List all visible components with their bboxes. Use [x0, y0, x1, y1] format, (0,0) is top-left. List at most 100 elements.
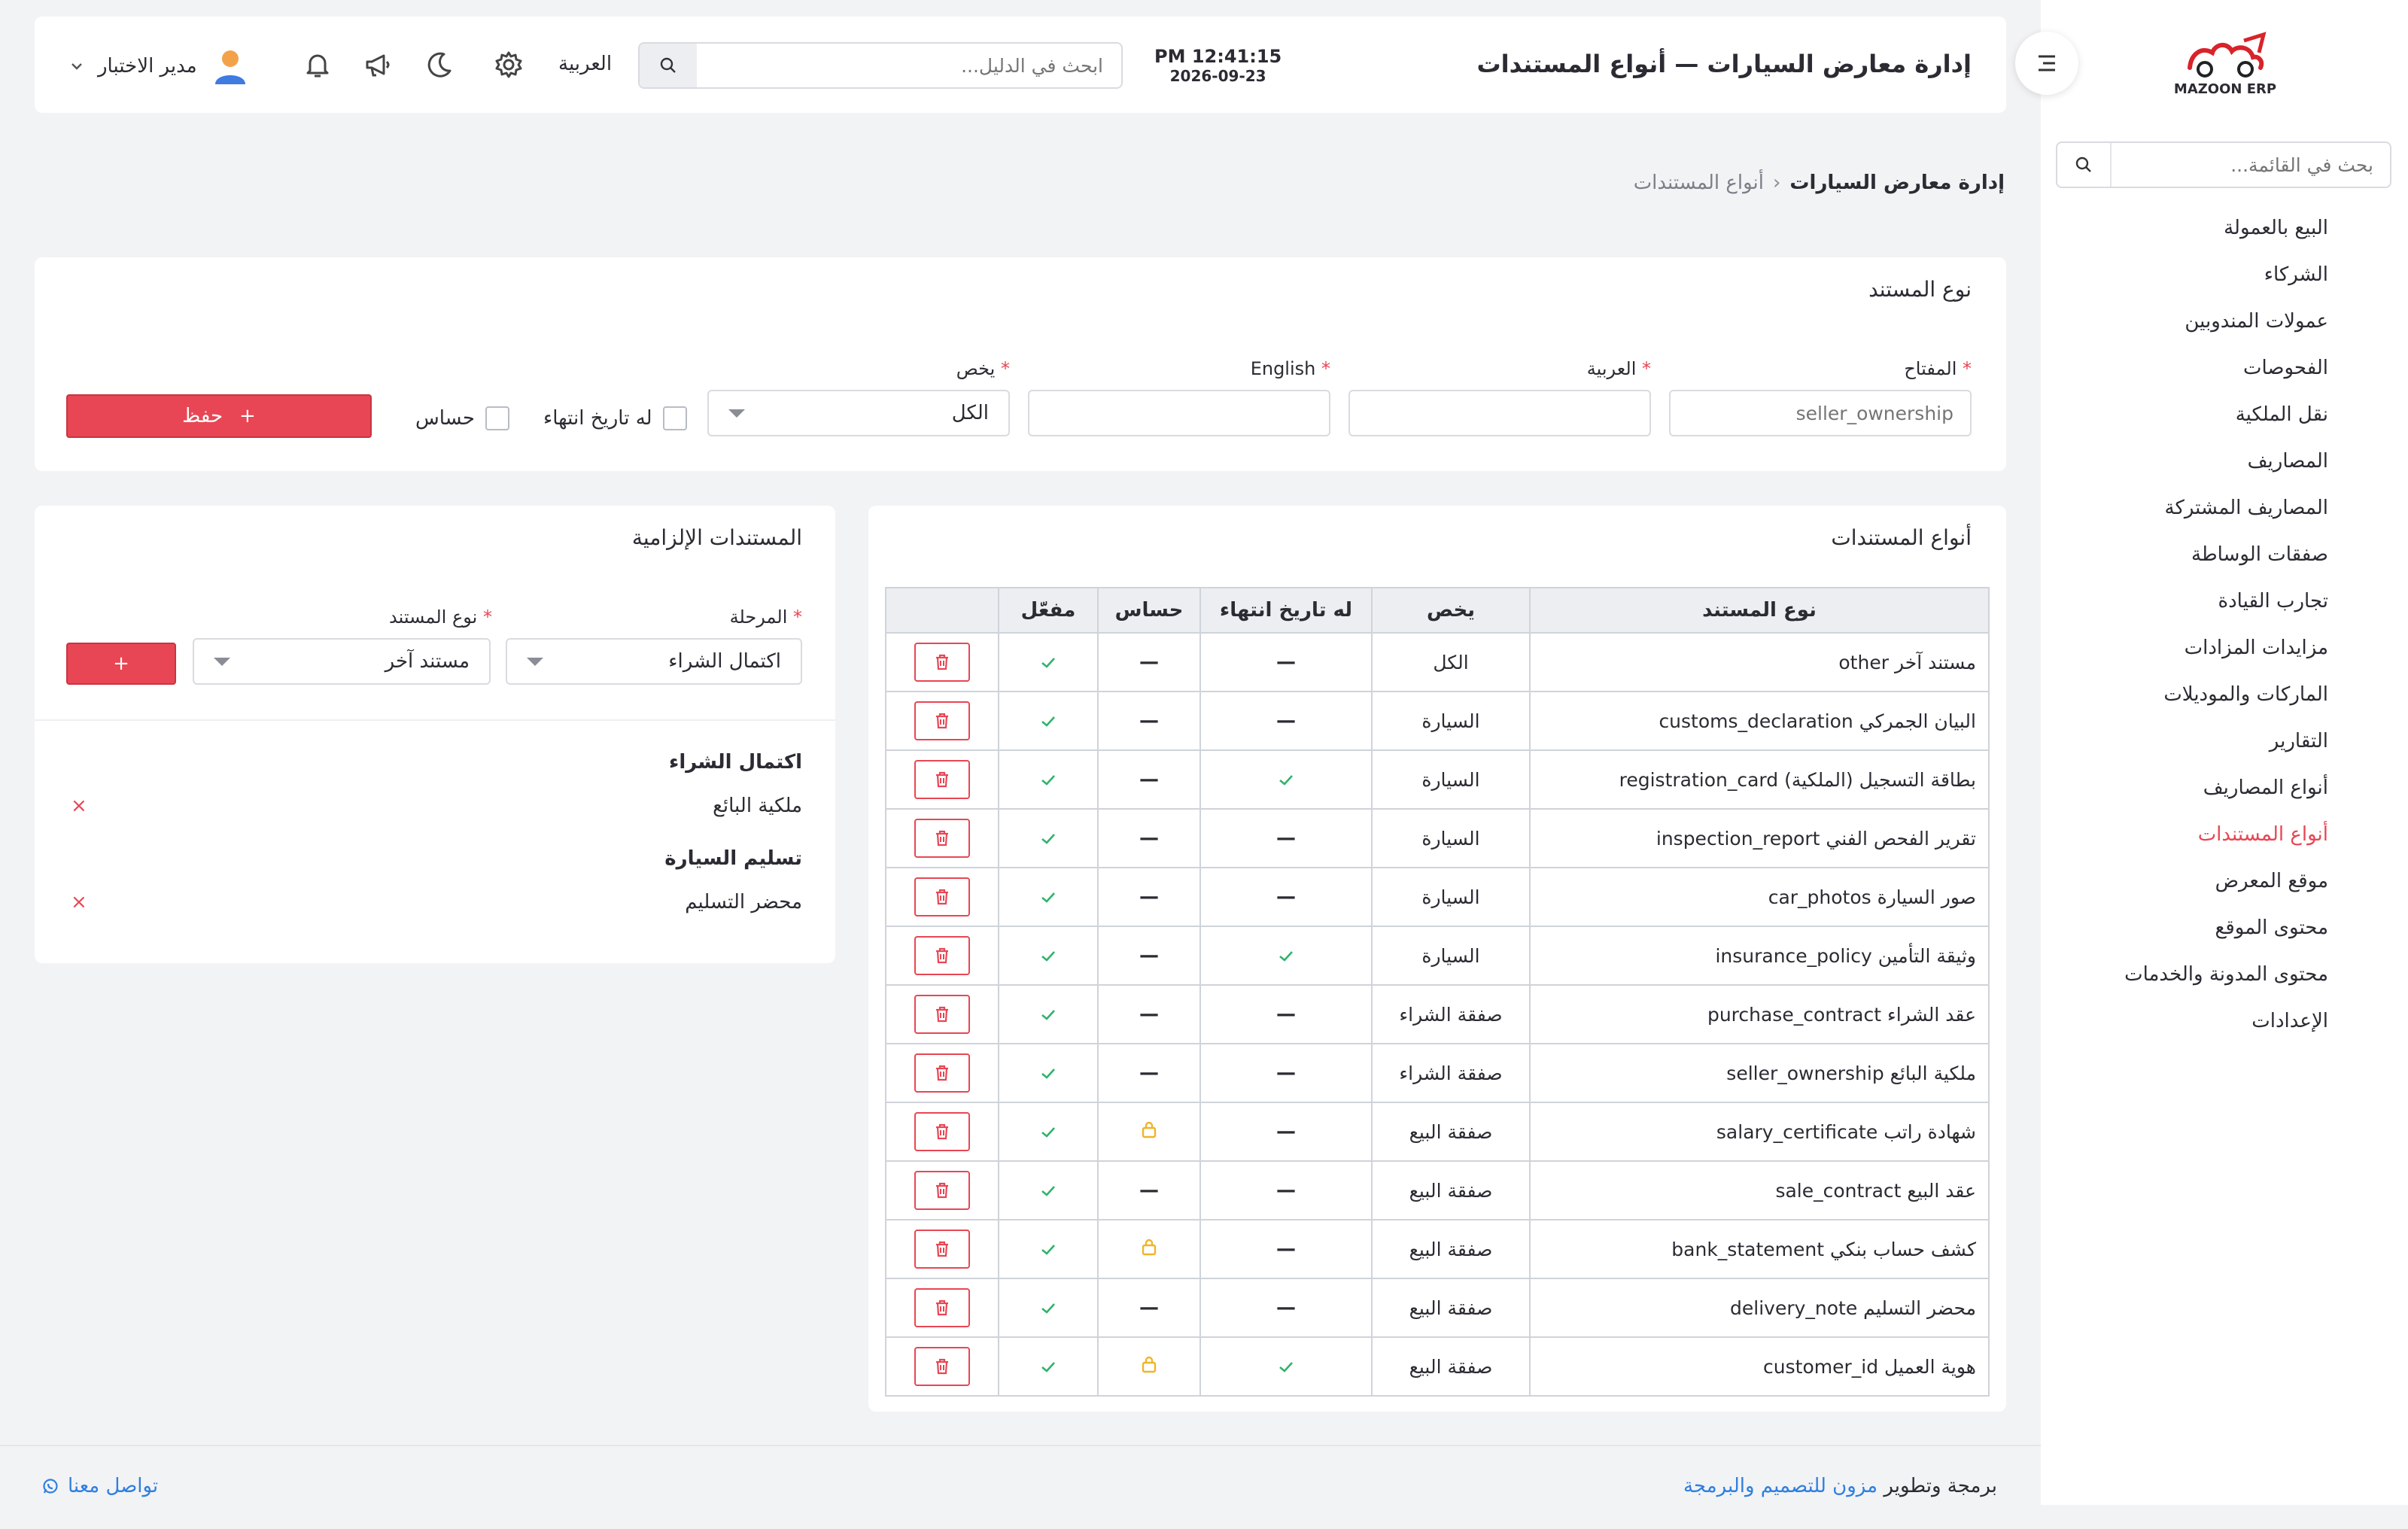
announcement-icon[interactable]	[358, 45, 397, 84]
whatsapp-icon	[43, 1479, 58, 1494]
sidebar-item[interactable]: المصاريف	[2248, 450, 2328, 473]
dash-icon: —	[1139, 1062, 1159, 1084]
remove-icon[interactable]: ×	[71, 795, 87, 817]
actions-cell	[885, 926, 999, 986]
add-required-doc-button[interactable]: +	[66, 643, 176, 685]
delete-button[interactable]	[914, 1230, 970, 1269]
breadcrumb-root[interactable]: إدارة معارض السيارات	[1789, 172, 2005, 194]
actions-cell	[885, 1160, 999, 1220]
doc-type-select[interactable]: مستند آخر	[193, 638, 491, 685]
arabic-name-input[interactable]	[1348, 390, 1651, 436]
checkbox-box[interactable]	[662, 406, 687, 430]
english-label: * English	[1250, 358, 1330, 379]
search-icon[interactable]	[640, 44, 697, 87]
sidebar-item[interactable]: نقل الملكية	[2236, 403, 2328, 426]
dropdown-caret-icon	[728, 409, 745, 418]
sensitive-cell: —	[1097, 984, 1201, 1044]
actions-cell	[885, 749, 999, 810]
contact-link[interactable]: تواصل معنا	[42, 1475, 158, 1497]
notification-bell-icon[interactable]	[298, 45, 337, 84]
scope-select[interactable]: الكل	[707, 390, 1010, 436]
breadcrumb: إدارة معارض السيارات ‹ أنواع المستندات	[1634, 172, 2005, 194]
delete-button[interactable]	[914, 1347, 970, 1386]
sensitive-cell	[1097, 1102, 1201, 1162]
stage-select[interactable]: اكتمال الشراء	[506, 638, 802, 685]
dash-icon: —	[1276, 886, 1296, 908]
sidebar-item[interactable]: صفقات الوساطة	[2191, 543, 2328, 566]
delete-button[interactable]	[914, 819, 970, 858]
sidebar-item[interactable]: محتوى الموقع	[2215, 916, 2328, 939]
english-name-input[interactable]	[1028, 390, 1330, 436]
sensitive-checkbox[interactable]: حساس	[415, 406, 509, 430]
sidebar-item[interactable]: الأقساط	[2261, 190, 2328, 193]
actions-cell	[885, 1219, 999, 1279]
sensitive-cell: —	[1097, 926, 1201, 986]
table-row: وثيقة التأمين insurance_policy السيارة —	[885, 926, 1990, 986]
footer-credit: برمجة وتطوير مزون للتصميم والبرمجة	[1683, 1475, 1997, 1497]
save-button[interactable]: حفظ +	[66, 394, 372, 438]
delete-button[interactable]	[914, 877, 970, 916]
sidebar-item[interactable]: أنواع المستندات	[2198, 823, 2328, 846]
key-input[interactable]	[1669, 390, 1972, 436]
dash-icon: —	[1276, 1003, 1296, 1026]
sidebar-menu: الأقساط البيع بالعمولة الشركاء عمولات المند…	[2050, 190, 2328, 1078]
brand-logo[interactable]: MAZOON ERP	[2169, 30, 2282, 105]
has-expiry-checkbox[interactable]: له تاريخ انتهاء	[543, 406, 687, 430]
checkbox-box[interactable]	[485, 406, 509, 430]
settings-icon[interactable]	[489, 45, 528, 84]
doc-type-name: البيان الجمركي customs_declaration	[1529, 691, 1990, 751]
dark-mode-icon[interactable]	[420, 45, 459, 84]
guide-search[interactable]	[638, 42, 1123, 89]
lock-icon	[1142, 1356, 1157, 1373]
page-title: إدارة معارض السيارات — أنواع المستندات	[1476, 50, 1972, 78]
sidebar-item[interactable]: أنواع المصاريف	[2203, 777, 2328, 799]
sidebar-item[interactable]: المصاريف المشتركة	[2165, 497, 2329, 519]
guide-search-input[interactable]	[697, 44, 1121, 87]
doc-type-scope: صفقة الشراء	[1371, 984, 1531, 1044]
delete-button[interactable]	[914, 1112, 970, 1151]
sidebar-item[interactable]: البيع بالعمولة	[2224, 217, 2328, 239]
required-documents-card: المستندات الإلزامية * المرحلة اكتمال الش…	[35, 506, 835, 963]
sensitive-cell: —	[1097, 632, 1201, 692]
credit-link[interactable]: مزون للتصميم والبرمجة	[1683, 1475, 1877, 1497]
sidebar-item[interactable]: تجارب القيادة	[2218, 590, 2328, 613]
sidebar-item[interactable]: محتوى المدونة والخدمات	[2124, 963, 2328, 986]
sidebar-item[interactable]: الشركاء	[2264, 263, 2328, 286]
doc-type-name: كشف حساب بنكي bank_statement	[1529, 1219, 1990, 1279]
delete-button[interactable]	[914, 1053, 970, 1093]
sidebar-item[interactable]: التقارير	[2270, 730, 2328, 752]
active-cell	[998, 749, 1099, 810]
menu-toggle-button[interactable]	[2015, 32, 2078, 95]
trash-icon	[936, 771, 948, 788]
has-expiry-cell: —	[1199, 1278, 1373, 1338]
language-switch[interactable]: العربية	[558, 53, 612, 75]
search-icon[interactable]	[2057, 143, 2112, 187]
delete-button[interactable]	[914, 760, 970, 799]
has-expiry-cell: —	[1199, 691, 1373, 751]
sidebar-item[interactable]: موقع المعرض	[2215, 870, 2328, 892]
sidebar-item[interactable]: مزايدات المزادات	[2185, 637, 2328, 659]
delete-button[interactable]	[914, 1171, 970, 1210]
active-cell	[998, 632, 1099, 692]
table-row: محضر التسليم delivery_note صفقة البيع — —	[885, 1278, 1990, 1338]
remove-icon[interactable]: ×	[71, 891, 87, 913]
clock-time: PM 12:41:15	[1154, 46, 1282, 67]
delete-button[interactable]	[914, 1288, 970, 1327]
delete-button[interactable]	[914, 995, 970, 1034]
sidebar-item[interactable]: عمولات المندوبين	[2185, 310, 2328, 333]
sidebar-search-input[interactable]	[2112, 154, 2390, 176]
dropdown-caret-icon	[214, 657, 230, 666]
user-menu[interactable]: مدير الاختبار	[69, 47, 250, 86]
dash-icon: —	[1276, 1296, 1296, 1319]
delete-button[interactable]	[914, 643, 970, 682]
delete-button[interactable]	[914, 701, 970, 740]
delete-button[interactable]	[914, 936, 970, 975]
sidebar-item[interactable]: الماركات والموديلات	[2163, 683, 2328, 706]
sensitive-cell: —	[1097, 749, 1201, 810]
doc-type-scope: السيارة	[1371, 926, 1531, 986]
save-button-label: حفظ	[182, 405, 223, 427]
sensitive-cell: —	[1097, 1278, 1201, 1338]
sidebar-item[interactable]: الإعدادات	[2251, 1010, 2328, 1032]
sidebar-item[interactable]: الفحوصات	[2243, 357, 2328, 379]
sidebar-search[interactable]	[2056, 141, 2391, 188]
